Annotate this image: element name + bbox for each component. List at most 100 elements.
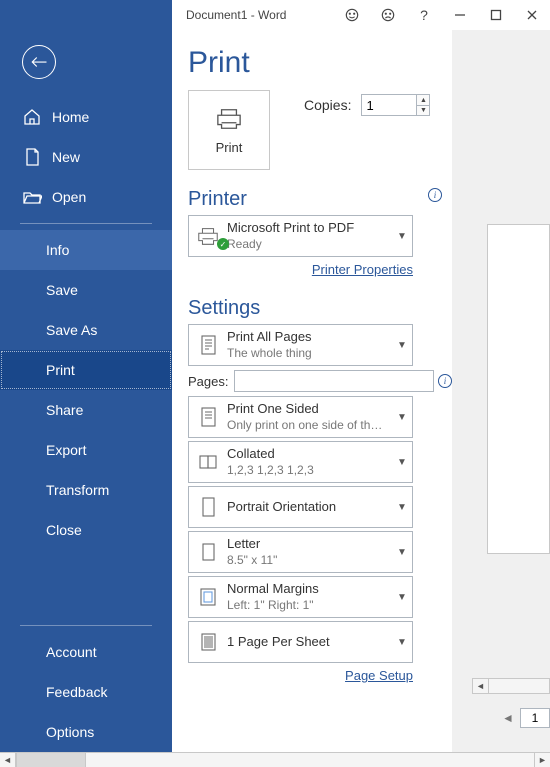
copies-input[interactable] — [361, 94, 417, 116]
sidebar-item-close[interactable]: Close — [0, 510, 172, 550]
printer-device-icon: ✓ — [189, 224, 227, 248]
combo-title: Normal Margins — [227, 581, 392, 597]
sidebar-item-transform[interactable]: Transform — [0, 470, 172, 510]
portrait-icon — [189, 495, 227, 519]
backstage-sidebar: Home New Open Info Save Save As Print Sh… — [0, 0, 172, 752]
window-hscrollbar[interactable]: ◄ ► — [0, 752, 550, 767]
preview-page — [487, 224, 550, 554]
print-button[interactable]: Print — [188, 90, 270, 170]
minimize-button[interactable] — [442, 1, 478, 29]
sidebar-item-label: Home — [52, 109, 89, 125]
scroll-thumb[interactable] — [16, 753, 86, 767]
printer-status: Ready — [227, 237, 392, 252]
sidebar-item-save-as[interactable]: Save As — [0, 310, 172, 350]
sidebar-item-new[interactable]: New — [0, 137, 172, 177]
sidebar-item-label: Options — [46, 724, 94, 740]
scroll-left-button[interactable]: ◄ — [0, 753, 16, 767]
chevron-down-icon: ▼ — [392, 592, 412, 603]
combo-sub: Only print on one side of th… — [227, 418, 392, 433]
combo-sub: 8.5" x 11" — [227, 553, 392, 568]
help-button[interactable]: ? — [406, 1, 442, 29]
combo-title: 1 Page Per Sheet — [227, 634, 392, 650]
sidebar-item-export[interactable]: Export — [0, 430, 172, 470]
printer-select[interactable]: ✓ Microsoft Print to PDF Ready ▼ — [188, 215, 413, 257]
sidebar-separator — [20, 625, 152, 626]
page-setup-link[interactable]: Page Setup — [345, 668, 413, 683]
combo-title: Collated — [227, 446, 392, 462]
window-titlebar: Document1 - Word ? — [172, 0, 550, 30]
preview-hscroll[interactable]: ◄ — [472, 678, 550, 694]
settings-heading: Settings — [188, 297, 452, 320]
open-icon — [22, 187, 42, 207]
sidebar-item-label: Transform — [46, 482, 109, 498]
sidebar-item-home[interactable]: Home — [0, 97, 172, 137]
combo-sub: The whole thing — [227, 346, 392, 361]
pages-info-icon[interactable]: i — [438, 374, 452, 388]
scroll-right-button[interactable]: ► — [534, 753, 550, 767]
scroll-left-icon[interactable]: ◄ — [473, 679, 489, 693]
pages-per-sheet-select[interactable]: 1 Page Per Sheet ▼ — [188, 621, 413, 663]
per-sheet-icon — [189, 630, 227, 654]
sidebar-item-share[interactable]: Share — [0, 390, 172, 430]
paper-size-select[interactable]: Letter8.5" x 11" ▼ — [188, 531, 413, 573]
combo-title: Print One Sided — [227, 401, 392, 417]
print-scope-select[interactable]: Print All PagesThe whole thing ▼ — [188, 324, 413, 366]
printer-info-icon[interactable]: i — [428, 188, 442, 202]
chevron-down-icon: ▼ — [392, 231, 412, 242]
sidebar-item-label: Print — [46, 362, 75, 378]
sidebar-item-label: Feedback — [46, 684, 107, 700]
one-sided-icon — [189, 405, 227, 429]
chevron-down-icon: ▼ — [392, 457, 412, 468]
sidebar-item-options[interactable]: Options — [0, 712, 172, 752]
print-button-label: Print — [216, 140, 243, 155]
printer-properties-link[interactable]: Printer Properties — [312, 262, 413, 277]
copies-spin-up[interactable]: ▲ — [416, 94, 430, 105]
sidebar-item-label: Save — [46, 282, 78, 298]
combo-title: Print All Pages — [227, 329, 392, 345]
close-button[interactable] — [514, 1, 550, 29]
maximize-button[interactable] — [478, 1, 514, 29]
combo-title: Portrait Orientation — [227, 499, 392, 515]
pages-input[interactable] — [234, 370, 434, 392]
sidebar-item-info[interactable]: Info — [0, 230, 172, 270]
sidebar-item-feedback[interactable]: Feedback — [0, 672, 172, 712]
new-icon — [22, 147, 42, 167]
sidebar-item-account[interactable]: Account — [0, 632, 172, 672]
sidebar-item-open[interactable]: Open — [0, 177, 172, 217]
home-icon — [22, 107, 42, 127]
sidebar-item-label: Info — [46, 242, 69, 258]
feedback-smile-button[interactable] — [334, 1, 370, 29]
sidebar-item-label: Share — [46, 402, 83, 418]
margins-select[interactable]: Normal MarginsLeft: 1" Right: 1" ▼ — [188, 576, 413, 618]
chevron-down-icon: ▼ — [392, 412, 412, 423]
back-button[interactable] — [22, 45, 56, 79]
pages-label: Pages: — [188, 374, 228, 389]
chevron-down-icon: ▼ — [392, 637, 412, 648]
combo-sub: 1,2,3 1,2,3 1,2,3 — [227, 463, 392, 478]
copies-spin-down[interactable]: ▼ — [416, 105, 430, 116]
sidebar-item-print[interactable]: Print — [0, 350, 172, 390]
copies-spinner: ▲ ▼ — [416, 94, 430, 116]
sidebar-item-label: Account — [46, 644, 97, 660]
prev-page-button[interactable]: ◄ — [496, 708, 520, 728]
collate-select[interactable]: Collated1,2,3 1,2,3 1,2,3 ▼ — [188, 441, 413, 483]
sidebar-item-save[interactable]: Save — [0, 270, 172, 310]
pages-icon — [189, 333, 227, 357]
combo-sub: Left: 1" Right: 1" — [227, 598, 392, 613]
chevron-down-icon: ▼ — [392, 340, 412, 351]
sidebar-item-label: Export — [46, 442, 86, 458]
chevron-down-icon: ▼ — [392, 502, 412, 513]
chevron-down-icon: ▼ — [392, 547, 412, 558]
printer-name: Microsoft Print to PDF — [227, 220, 392, 236]
sidebar-item-label: Save As — [46, 322, 97, 338]
page-number-input[interactable] — [520, 708, 550, 728]
paper-icon — [189, 540, 227, 564]
sidebar-separator — [20, 223, 152, 224]
sided-select[interactable]: Print One SidedOnly print on one side of… — [188, 396, 413, 438]
page-title: Print — [188, 46, 452, 80]
orientation-select[interactable]: Portrait Orientation ▼ — [188, 486, 413, 528]
margins-icon — [189, 585, 227, 609]
sidebar-item-label: New — [52, 149, 80, 165]
feedback-frown-button[interactable] — [370, 1, 406, 29]
window-title: Document1 - Word — [186, 8, 286, 22]
